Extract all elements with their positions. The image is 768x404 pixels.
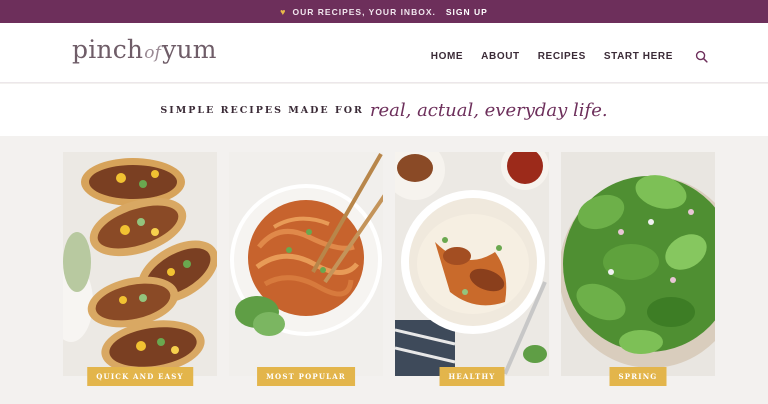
- promo-text: OUR RECIPES, YOUR INBOX.: [292, 6, 436, 17]
- category-badge: SPRING: [609, 367, 667, 386]
- category-card-spring[interactable]: SPRING: [561, 152, 715, 386]
- noodles-bowl-image: [229, 152, 383, 376]
- site-header: pinchofyum HOME ABOUT RECIPES START HERE: [0, 23, 768, 83]
- category-grid: QUICK AND EASY MOST POPULAR HEALTHY SPRI…: [63, 152, 717, 386]
- main-nav: HOME ABOUT RECIPES START HERE: [431, 50, 708, 63]
- tagline-script: real, actual, everyday life.: [369, 99, 608, 121]
- nav-start-here[interactable]: START HERE: [604, 51, 673, 62]
- logo-word-yum: yum: [162, 35, 217, 64]
- green-salad-image: [561, 152, 715, 376]
- search-icon[interactable]: [695, 50, 708, 63]
- category-badge: MOST POPULAR: [257, 367, 355, 386]
- signup-link[interactable]: SIGN UP: [446, 7, 488, 17]
- promo-bar: ♥ OUR RECIPES, YOUR INBOX. SIGN UP: [0, 0, 768, 23]
- category-card-healthy[interactable]: HEALTHY: [395, 152, 549, 386]
- heart-icon: ♥: [280, 6, 287, 17]
- nav-recipes[interactable]: RECIPES: [538, 51, 586, 62]
- logo-word-pinch: pinch: [72, 35, 144, 64]
- nav-home[interactable]: HOME: [431, 51, 463, 62]
- category-card-most-popular[interactable]: MOST POPULAR: [229, 152, 383, 386]
- tagline-plain: SIMPLE RECIPES MADE FOR: [160, 104, 364, 116]
- category-badge: HEALTHY: [439, 367, 505, 386]
- category-badge: QUICK AND EASY: [87, 367, 193, 386]
- site-logo[interactable]: pinchofyum: [72, 35, 217, 64]
- tacos-image: [63, 152, 217, 376]
- tagline-band: SIMPLE RECIPES MADE FOR real, actual, ev…: [0, 84, 768, 136]
- logo-word-of: of: [144, 43, 162, 63]
- chicken-rice-bowl-image: [395, 152, 549, 376]
- nav-about[interactable]: ABOUT: [481, 51, 520, 62]
- category-card-quick-and-easy[interactable]: QUICK AND EASY: [63, 152, 217, 386]
